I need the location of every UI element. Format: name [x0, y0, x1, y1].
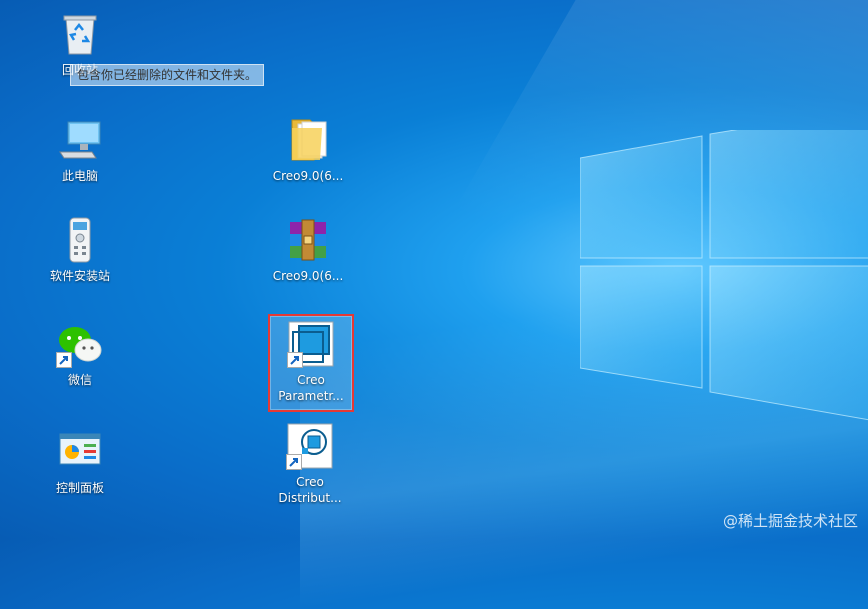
shortcut-arrow-icon: [56, 352, 72, 368]
shortcut-arrow-icon: [287, 352, 303, 368]
control-panel-desktop-icon[interactable]: 控制面板: [42, 428, 118, 496]
creo-folder-label: Creo9.0(6...: [272, 169, 344, 183]
this-pc-desktop-icon[interactable]: 此电脑: [42, 116, 118, 184]
creo-folder-desktop-icon[interactable]: Creo9.0(6...: [270, 116, 346, 184]
recycle-bin-tooltip: 包含你已经删除的文件和文件夹。: [70, 64, 265, 86]
background-light-beam: [300, 250, 868, 609]
creo-parametric-label-line2: Parametr...: [278, 389, 344, 403]
software-station-label: 软件安装站: [49, 269, 110, 283]
computer-icon: [56, 116, 104, 164]
winrar-archive-icon: [284, 216, 332, 264]
creo-parametric-label-line1: Creo: [297, 373, 325, 387]
wechat-icon: [56, 320, 104, 368]
wechat-desktop-icon[interactable]: 微信: [42, 320, 118, 388]
creo-distributed-icon: [286, 422, 334, 470]
background-light-beam: [264, 0, 868, 539]
creo-distributed-label-line2: Distribut...: [278, 491, 342, 505]
shortcut-arrow-icon: [286, 454, 302, 470]
creo-parametric-icon: [287, 320, 335, 368]
software-station-desktop-icon[interactable]: 软件安装站: [42, 216, 118, 284]
creo-distributed-label-line1: Creo: [296, 475, 324, 489]
recycle-bin-icon: [56, 10, 104, 58]
creo-archive-label: Creo9.0(6...: [272, 269, 344, 283]
this-pc-label: 此电脑: [61, 169, 98, 183]
windows-logo-wallpaper: [580, 130, 868, 421]
folder-icon: [284, 116, 332, 164]
creo-archive-desktop-icon[interactable]: Creo9.0(6...: [270, 216, 346, 284]
watermark-text: @稀土掘金技术社区: [722, 512, 858, 530]
creo-distributed-desktop-icon[interactable]: Creo Distribut...: [270, 422, 350, 506]
control-panel-icon: [56, 428, 104, 476]
creo-parametric-desktop-icon[interactable]: Creo Parametr...: [268, 314, 354, 412]
remote-control-icon: [56, 216, 104, 264]
wechat-label: 微信: [67, 373, 92, 387]
control-panel-label: 控制面板: [55, 481, 104, 495]
